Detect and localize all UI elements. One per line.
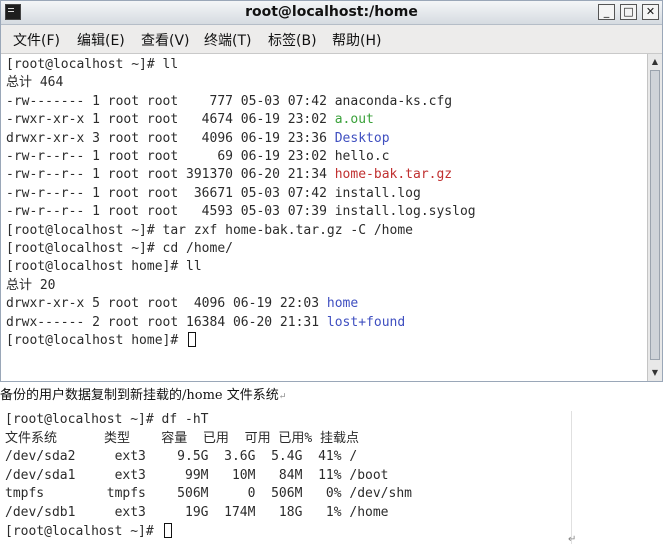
terminal-line: [root@localhost ~]# cd /home/ — [6, 240, 233, 258]
terminal-line: -rw------- 1 root root 777 05-03 07:42 a… — [6, 93, 452, 111]
menu-bar: 文件(F) 编辑(E) 查看(V) 终端(T) 标签(B) 帮助(H) — [1, 25, 662, 54]
colored-filename: Desktop — [334, 130, 390, 146]
scroll-down-arrow-icon[interactable]: ▼ — [649, 367, 661, 379]
menu-view[interactable]: 查看(V) — [141, 30, 190, 50]
scrollbar-thumb[interactable] — [650, 70, 660, 360]
text-cursor — [188, 332, 197, 347]
terminal-line: -rw-r--r-- 1 root root 69 06-19 23:02 he… — [6, 148, 390, 166]
terminal-line: [root@localhost ~]# — [5, 522, 172, 541]
terminal-line-text: -rw------- 1 root root 777 05-03 07:42 a… — [6, 93, 453, 109]
terminal-line: -rw-r--r-- 1 root root 4593 05-03 07:39 … — [6, 203, 476, 221]
paragraph-end-mark-icon: ↵ — [568, 534, 577, 545]
terminal-line-text: -rw-r--r-- 1 root root 391370 06-20 21:3… — [6, 167, 335, 183]
terminal-line-text: drwxr-xr-x 3 root root 4096 06-19 23:36 — [6, 130, 335, 146]
terminal-line-text: [root@localhost ~]# ll — [6, 57, 179, 72]
vertical-scrollbar[interactable]: ▲ ▼ — [647, 54, 662, 381]
terminal-line: drwx------ 2 root root 16384 06-20 21:31… — [6, 314, 405, 332]
caption-label: 备份的用户数据复制到新挂载的/home 文件系统 — [0, 388, 279, 403]
title-bar[interactable]: root@localhost:/home _ □ ✕ — [1, 1, 662, 25]
terminal-line-text: 总计 20 — [6, 277, 56, 293]
menu-help[interactable]: 帮助(H) — [332, 30, 381, 50]
divider — [571, 411, 572, 544]
terminal-line: 总计 20 — [6, 277, 55, 295]
terminal-line-text: drwx------ 2 root root 16384 06-20 21:31 — [6, 314, 327, 330]
terminal-line-text: /dev/sda1 ext3 99M 10M 84M 11% /boot — [5, 467, 389, 483]
terminal-line: [root@localhost ~]# ll — [6, 56, 178, 74]
maximize-button[interactable]: □ — [620, 4, 637, 20]
scroll-up-arrow-icon[interactable]: ▲ — [649, 56, 661, 68]
terminal-line: drwxr-xr-x 5 root root 4096 06-19 22:03 … — [6, 295, 358, 313]
colored-filename: home-bak.tar.gz — [334, 167, 453, 183]
terminal-line: -rw-r--r-- 1 root root 36671 05-03 07:42… — [6, 185, 421, 203]
terminal-line-text: [root@localhost ~]# tar zxf home-bak.tar… — [6, 222, 413, 238]
terminal-line-text: tmpfs tmpfs 506M 0 506M 0% /dev/shm — [5, 486, 412, 502]
terminal-line: /dev/sda1 ext3 99M 10M 84M 11% /boot — [5, 467, 389, 485]
terminal-line-text: [root@localhost ~]# — [5, 523, 162, 539]
menu-file[interactable]: 文件(F) — [13, 30, 60, 50]
terminal-line-text: drwxr-xr-x 5 root root 4096 06-19 22:03 — [6, 296, 327, 312]
terminal-line: [root@localhost ~]# df -hT — [5, 411, 209, 429]
terminal-line-text: -rwxr-xr-x 1 root root 4674 06-19 23:02 — [6, 112, 335, 128]
terminal-line-text: -rw-r--r-- 1 root root 4593 05-03 07:39 … — [6, 204, 476, 220]
menu-terminal[interactable]: 终端(T) — [204, 30, 251, 50]
caption-text: 备份的用户数据复制到新挂载的/home 文件系统↵ — [0, 384, 286, 404]
terminal-line: tmpfs tmpfs 506M 0 506M 0% /dev/shm — [5, 485, 412, 503]
terminal-line-text: [root@localhost ~]# cd /home/ — [6, 241, 233, 256]
colored-filename: home — [326, 296, 359, 312]
terminal-window: root@localhost:/home _ □ ✕ 文件(F) 编辑(E) 查… — [0, 0, 663, 382]
terminal-line: [root@localhost ~]# tar zxf home-bak.tar… — [6, 222, 413, 240]
terminal-line: [root@localhost home]# ll — [6, 258, 202, 276]
close-button[interactable]: ✕ — [642, 4, 659, 20]
terminal-line-text: [root@localhost home]# ll — [6, 259, 202, 275]
terminal-line: 总计 464 — [6, 74, 63, 92]
terminal-line-text: 文件系统 类型 容量 已用 可用 已用% 挂载点 — [5, 430, 360, 446]
terminal-line-text: [root@localhost ~]# df -hT — [5, 412, 209, 427]
df-terminal-output: [root@localhost ~]# df -hT 文件系统 类型 容量 已用 … — [0, 411, 571, 544]
paragraph-mark-icon: ↵ — [278, 392, 287, 402]
terminal-line: [root@localhost home]# — [6, 332, 197, 350]
terminal-line: -rwxr-xr-x 1 root root 4674 06-19 23:02 … — [6, 111, 374, 129]
terminal-line: 文件系统 类型 容量 已用 可用 已用% 挂载点 — [5, 430, 359, 448]
menu-tabs[interactable]: 标签(B) — [268, 30, 317, 50]
window-title: root@localhost:/home — [245, 4, 418, 20]
terminal-line-text: /dev/sdb1 ext3 19G 174M 18G 1% /home — [5, 505, 389, 520]
menu-edit[interactable]: 编辑(E) — [77, 30, 125, 50]
terminal-line: drwxr-xr-x 3 root root 4096 06-19 23:36 … — [6, 130, 390, 148]
minimize-button[interactable]: _ — [598, 4, 615, 20]
terminal-output[interactable]: [root@localhost ~]# ll 总计 464 -rw------- 1… — [1, 54, 646, 381]
terminal-line: /dev/sdb1 ext3 19G 174M 18G 1% /home — [5, 504, 389, 522]
colored-filename: lost+found — [326, 314, 406, 330]
colored-filename: a.out — [334, 112, 374, 128]
terminal-line-text: /dev/sda2 ext3 9.5G 3.6G 5.4G 41% / — [5, 449, 358, 465]
terminal-line-text: 总计 464 — [6, 75, 64, 91]
terminal-line-text: [root@localhost home]# — [6, 333, 187, 348]
terminal-line-text: -rw-r--r-- 1 root root 69 06-19 23:02 he… — [6, 149, 390, 164]
text-cursor — [163, 522, 172, 538]
terminal-line: -rw-r--r-- 1 root root 391370 06-20 21:3… — [6, 166, 452, 184]
terminal-line: /dev/sda2 ext3 9.5G 3.6G 5.4G 41% / — [5, 448, 357, 466]
terminal-line-text: -rw-r--r-- 1 root root 36671 05-03 07:42… — [6, 185, 421, 201]
